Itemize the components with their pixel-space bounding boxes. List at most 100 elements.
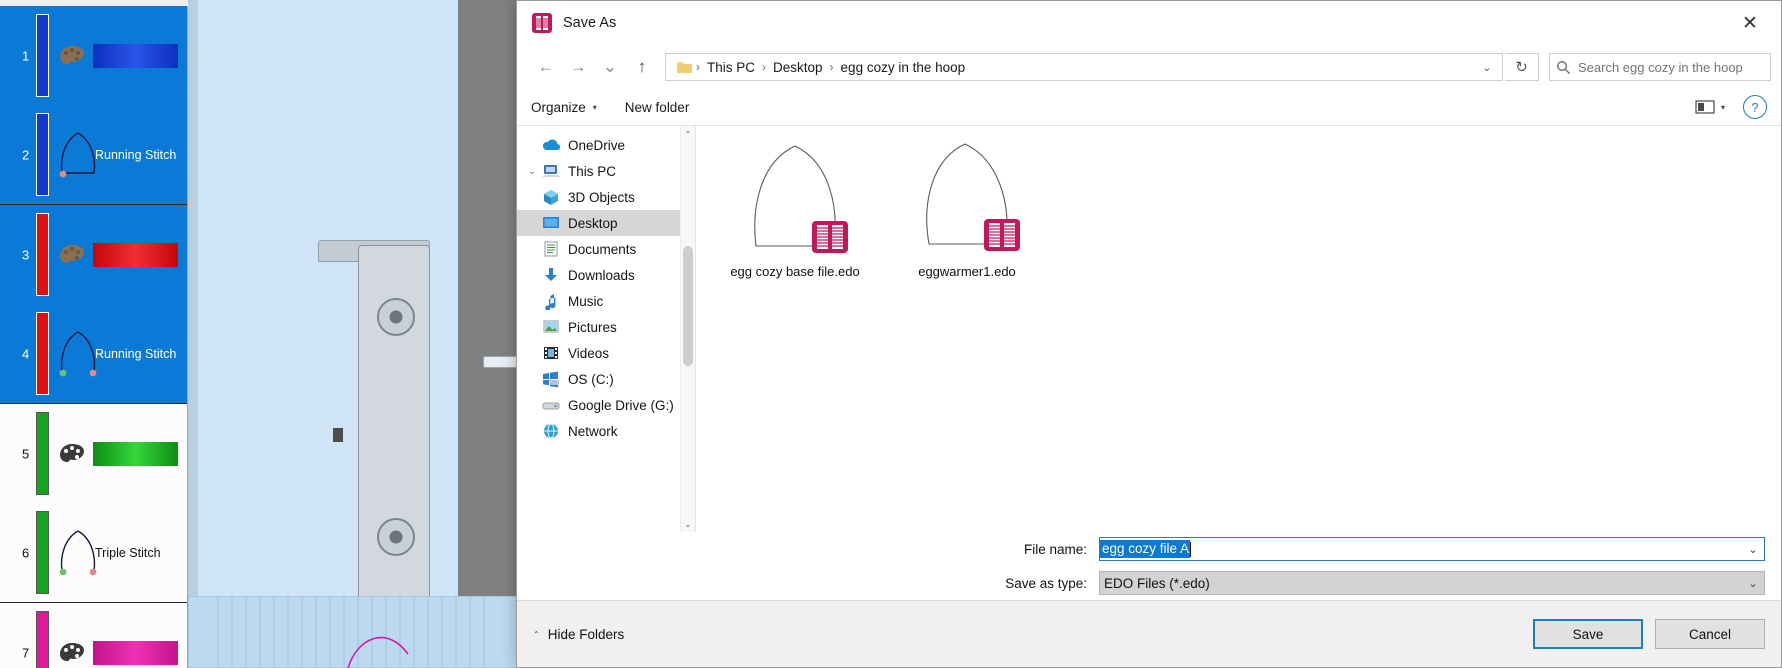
videos-icon [544, 347, 558, 359]
back-button[interactable]: ← [531, 52, 561, 82]
onedrive-icon [542, 139, 561, 151]
file-thumbnail [907, 140, 1027, 258]
organize-button[interactable]: Organize ▾ [531, 100, 597, 115]
stitch-row[interactable]: 5 [0, 404, 187, 503]
tree-item-downloads[interactable]: Downloads [517, 262, 695, 288]
thread-color-swatch[interactable] [93, 640, 178, 665]
stitch-row-number: 6 [22, 545, 30, 560]
file-name-input[interactable]: egg cozy file A ⌄ [1099, 537, 1765, 561]
file-name-row: File name: egg cozy file A ⌄ [517, 532, 1781, 566]
forward-button[interactable]: → [563, 52, 593, 82]
stitch-group[interactable]: 7 8 Motif Line [0, 603, 187, 668]
save-as-dialog: Save As ✕ ← → ⌄ ↑ › This PC › Desktop › [516, 0, 1782, 668]
stitch-type-label: Running Stitch [95, 346, 177, 361]
search-box[interactable] [1549, 53, 1771, 81]
tree-scrollbar[interactable]: ⌃ ⌄ [680, 126, 695, 532]
help-icon[interactable]: ? [1743, 95, 1767, 119]
tree-item-label: Desktop [568, 215, 618, 231]
stitch-group[interactable]: 3 4 Running Stitch [0, 205, 187, 404]
tree-item-google-drive[interactable]: Google Drive (G:) [517, 392, 695, 418]
save-as-type-label: Save as type: [1005, 575, 1087, 591]
tree-item-music[interactable]: Music [517, 288, 695, 314]
up-button[interactable]: ↑ [627, 52, 657, 82]
tree-item-onedrive[interactable]: OneDrive [517, 132, 695, 158]
stitch-group[interactable]: 5 6 Triple Stitch [0, 404, 187, 603]
tree-item-network[interactable]: Network [517, 418, 695, 444]
tree-item-documents[interactable]: Documents [517, 236, 695, 262]
embroidery-file-icon [532, 13, 552, 33]
breadcrumb-item-current-folder[interactable]: egg cozy in the hoop [835, 60, 972, 75]
tree-item-label: Videos [568, 345, 610, 361]
cancel-button[interactable]: Cancel [1655, 619, 1765, 649]
file-item[interactable]: egg cozy base file.edo [722, 140, 868, 280]
stitch-row[interactable]: 2 Running Stitch [0, 105, 187, 204]
tree-item-label: This PC [568, 163, 617, 179]
chevron-down-icon[interactable]: ⌄ [523, 166, 541, 177]
thread-color-swatch[interactable] [93, 242, 178, 267]
stitch-sequence-panel[interactable]: 1 2 Running Stitch 3 4 Running Stitch 5 … [0, 0, 188, 668]
save-button[interactable]: Save [1533, 619, 1643, 649]
documents-icon [544, 241, 558, 257]
chevron-down-icon[interactable]: ⌄ [1742, 577, 1764, 590]
music-icon [545, 294, 556, 310]
stitch-row[interactable]: 1 [0, 6, 187, 105]
search-input[interactable] [1576, 58, 1770, 76]
tree-item-label: OneDrive [568, 137, 626, 153]
google-drive-icon [542, 402, 560, 410]
network-icon [544, 423, 558, 439]
tree-item-this-pc[interactable]: ⌄ This PC [517, 158, 695, 184]
tree-item-os-drive[interactable]: OS (C:) [517, 366, 695, 392]
recent-locations-button[interactable]: ⌄ [595, 52, 625, 82]
save-as-type-value: EDO Files (*.edo) [1104, 575, 1210, 591]
breadcrumb-item-this-pc[interactable]: This PC [701, 60, 761, 75]
navigation-tree[interactable]: OneDrive ⌄ This PC 3D Objects Desktop Do… [517, 126, 695, 532]
breadcrumb-item-desktop[interactable]: Desktop [767, 60, 829, 75]
stitch-row-number: 3 [22, 247, 30, 262]
stitch-group[interactable]: 1 2 Running Stitch [0, 6, 187, 205]
stitch-row[interactable]: 3 [0, 205, 187, 304]
tree-item-videos[interactable]: Videos [517, 340, 695, 366]
chevron-down-icon[interactable]: ⌄ [1742, 543, 1764, 556]
scroll-down-icon[interactable]: ⌄ [681, 516, 695, 532]
tree-item-label: Pictures [568, 319, 617, 335]
dialog-body: OneDrive ⌄ This PC 3D Objects Desktop Do… [517, 126, 1781, 532]
file-item[interactable]: eggwarmer1.edo [894, 140, 1040, 280]
thread-color-swatch[interactable] [93, 441, 178, 466]
thread-color-bar [36, 113, 49, 196]
scrollbar-thumb[interactable] [683, 246, 693, 366]
scroll-up-icon[interactable]: ⌃ [681, 126, 695, 142]
stitch-row[interactable]: 6 Triple Stitch [0, 503, 187, 602]
change-view-button[interactable]: ▾ [1695, 99, 1725, 115]
stitch-row[interactable]: 4 Running Stitch [0, 304, 187, 403]
tree-item-desktop[interactable]: Desktop [517, 210, 695, 236]
save-as-type-select[interactable]: EDO Files (*.edo) ⌄ [1099, 571, 1765, 595]
stitch-type-label: Triple Stitch [95, 545, 161, 560]
stitch-row[interactable]: 7 [0, 603, 187, 668]
thread-color-swatch[interactable] [93, 43, 178, 68]
tree-item-label: Music [568, 293, 604, 309]
breadcrumb[interactable]: › This PC › Desktop › egg cozy in the ho… [666, 60, 1472, 75]
tree-item-label: Google Drive (G:) [568, 397, 674, 413]
address-bar[interactable]: › This PC › Desktop › egg cozy in the ho… [665, 53, 1503, 81]
hide-folders-button[interactable]: ⌃ Hide Folders [533, 627, 624, 642]
file-name-label: egg cozy base file.edo [730, 264, 860, 279]
hoop-left-edge [188, 0, 198, 668]
close-icon[interactable]: ✕ [1727, 3, 1773, 43]
egg-outline-icon [59, 131, 96, 177]
desktop-icon [543, 217, 559, 228]
machine-knob-bottom [377, 518, 415, 556]
dialog-titlebar[interactable]: Save As ✕ [517, 1, 1781, 45]
file-list-pane[interactable]: egg cozy base file.edo eggwarmer1.edo [696, 126, 1781, 532]
new-folder-button[interactable]: New folder [625, 100, 690, 115]
refresh-icon[interactable]: ↻ [1505, 53, 1539, 81]
stitch-row-number: 4 [22, 346, 30, 361]
thread-color-bar [36, 511, 49, 594]
machine-knob-top [377, 298, 415, 336]
tree-item-3d-objects[interactable]: 3D Objects [517, 184, 695, 210]
tree-item-pictures[interactable]: Pictures [517, 314, 695, 340]
navigation-tree-pane[interactable]: OneDrive ⌄ This PC 3D Objects Desktop Do… [517, 126, 696, 532]
dialog-title: Save As [563, 15, 617, 31]
3d-objects-icon [544, 190, 558, 205]
new-folder-label: New folder [624, 99, 690, 115]
address-dropdown-icon[interactable]: ⌄ [1472, 54, 1502, 80]
